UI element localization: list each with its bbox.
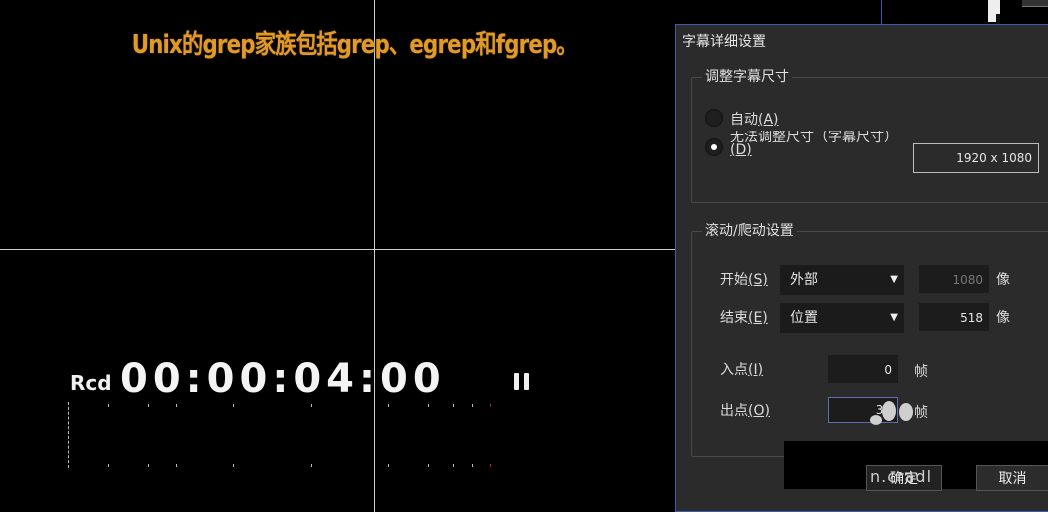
ruler-tick bbox=[108, 464, 109, 467]
ruler-tick bbox=[490, 464, 491, 467]
ruler-tick bbox=[148, 404, 149, 407]
cancel-button[interactable]: 取消 bbox=[976, 465, 1048, 491]
timecode-display: 00:00:04:00 bbox=[120, 356, 446, 402]
timeline-ruler bbox=[68, 402, 498, 470]
ruler-tick bbox=[108, 404, 109, 407]
start-label: 开始(S) bbox=[720, 272, 768, 288]
ruler-left-line bbox=[68, 402, 70, 468]
ruler-tick bbox=[176, 464, 177, 467]
end-pixel-field[interactable]: 518 bbox=[919, 303, 989, 331]
ruler-tick bbox=[388, 404, 389, 407]
ruler-tick bbox=[388, 464, 389, 467]
artifact-blob bbox=[899, 403, 913, 421]
dialog-title: 字幕详细设置 bbox=[682, 34, 766, 50]
ruler-tick bbox=[428, 464, 429, 467]
auto-size-radio[interactable] bbox=[705, 109, 723, 127]
pause-icon[interactable] bbox=[514, 373, 530, 390]
window-edge-line bbox=[881, 0, 882, 24]
in-point-field[interactable]: 0 bbox=[828, 355, 898, 383]
end-pixel-unit: 像 bbox=[996, 310, 1010, 326]
ruler-tick bbox=[472, 404, 473, 407]
in-point-frame-unit: 帧 bbox=[914, 364, 928, 380]
ruler-tick bbox=[311, 464, 312, 467]
timecode-label: Rcd bbox=[70, 371, 112, 395]
artifact-blob bbox=[882, 401, 896, 421]
start-dropdown-arrow-icon: ▼ bbox=[890, 274, 898, 285]
fixed-size-radio[interactable] bbox=[705, 138, 723, 156]
scroll-group-title: 滚动/爬动设置 bbox=[702, 220, 797, 240]
subtitle-detail-dialog: 字幕详细设置 调整字幕尺寸 自动(A) 无法调整尺寸（字幕尺寸） (D) 1920… bbox=[675, 24, 1048, 512]
ruler-tick bbox=[453, 404, 454, 407]
out-point-frame-unit: 帧 bbox=[914, 405, 928, 421]
start-position-select[interactable]: 外部 ▼ bbox=[780, 265, 904, 295]
start-pixel-field[interactable]: 1080 bbox=[919, 265, 989, 293]
ruler-tick bbox=[428, 404, 429, 407]
end-label: 结束(E) bbox=[720, 310, 768, 326]
ruler-tick bbox=[311, 404, 312, 407]
subtitle-size-field[interactable]: 1920 x 1080 bbox=[913, 143, 1039, 173]
ruler-tick bbox=[233, 464, 234, 467]
out-point-label: 出点(O) bbox=[720, 403, 770, 419]
ruler-tick bbox=[176, 404, 177, 407]
subtitle-caption: Unix的grep家族包括grep、egrep和fgrep。 bbox=[131, 30, 578, 60]
window-corner-bar bbox=[996, 14, 1000, 24]
ruler-tick bbox=[490, 404, 491, 407]
horizontal-guide-line bbox=[0, 249, 676, 250]
start-pixel-unit: 像 bbox=[996, 272, 1010, 288]
auto-size-label[interactable]: 自动(A) bbox=[730, 109, 779, 129]
end-position-select[interactable]: 位置 ▼ bbox=[780, 303, 904, 333]
ruler-tick bbox=[453, 464, 454, 467]
ruler-tick bbox=[472, 464, 473, 467]
window-corner-button[interactable] bbox=[1022, 0, 1048, 7]
fixed-size-label[interactable]: 无法调整尺寸（字幕尺寸） (D) bbox=[730, 131, 910, 157]
end-dropdown-arrow-icon: ▼ bbox=[890, 312, 898, 323]
ruler-tick bbox=[233, 404, 234, 407]
ok-overlay-text: n.cradl bbox=[870, 467, 933, 486]
size-group-title: 调整字幕尺寸 bbox=[702, 66, 792, 86]
artifact-blob bbox=[870, 415, 882, 425]
ruler-tick bbox=[148, 464, 149, 467]
in-point-label: 入点(I) bbox=[720, 362, 764, 378]
